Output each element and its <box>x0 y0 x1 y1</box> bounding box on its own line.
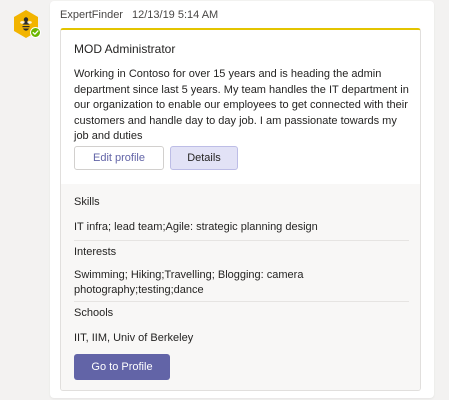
section-divider <box>74 240 409 241</box>
schools-value: IIT, IIM, Univ of Berkeley <box>74 332 194 344</box>
available-check-icon <box>32 30 39 35</box>
message-timestamp: 12/13/19 5:14 AM <box>131 9 219 21</box>
chat-message: ExpertFinder 12/13/19 5:14 AM MOD Admini… <box>50 1 434 398</box>
interests-value: Swimming; Hiking;Travelling; Blogging: c… <box>74 269 304 296</box>
profile-bio: Working in Contoso for over 15 years and… <box>74 68 409 142</box>
details-button[interactable]: Details <box>170 146 238 170</box>
profile-card: MOD Administrator Working in Contoso for… <box>60 28 421 391</box>
message-header: ExpertFinder 12/13/19 5:14 AM <box>60 8 218 22</box>
card-actions: Edit profile Details <box>74 146 238 170</box>
profile-name: MOD Administrator <box>74 42 176 56</box>
card-summary: MOD Administrator Working in Contoso for… <box>61 30 420 184</box>
sender-name: ExpertFinder <box>60 9 123 21</box>
interests-label: Interests <box>74 246 117 258</box>
skills-value: IT infra; lead team;Agile: strategic pla… <box>74 221 318 233</box>
schools-label: Schools <box>74 307 114 319</box>
card-details: Skills IT infra; lead team;Agile: strate… <box>61 184 420 390</box>
go-to-profile-button[interactable]: Go to Profile <box>74 354 170 380</box>
edit-profile-button[interactable]: Edit profile <box>74 146 164 170</box>
skills-label: Skills <box>74 196 100 208</box>
presence-status <box>30 27 41 38</box>
section-divider <box>74 301 409 302</box>
